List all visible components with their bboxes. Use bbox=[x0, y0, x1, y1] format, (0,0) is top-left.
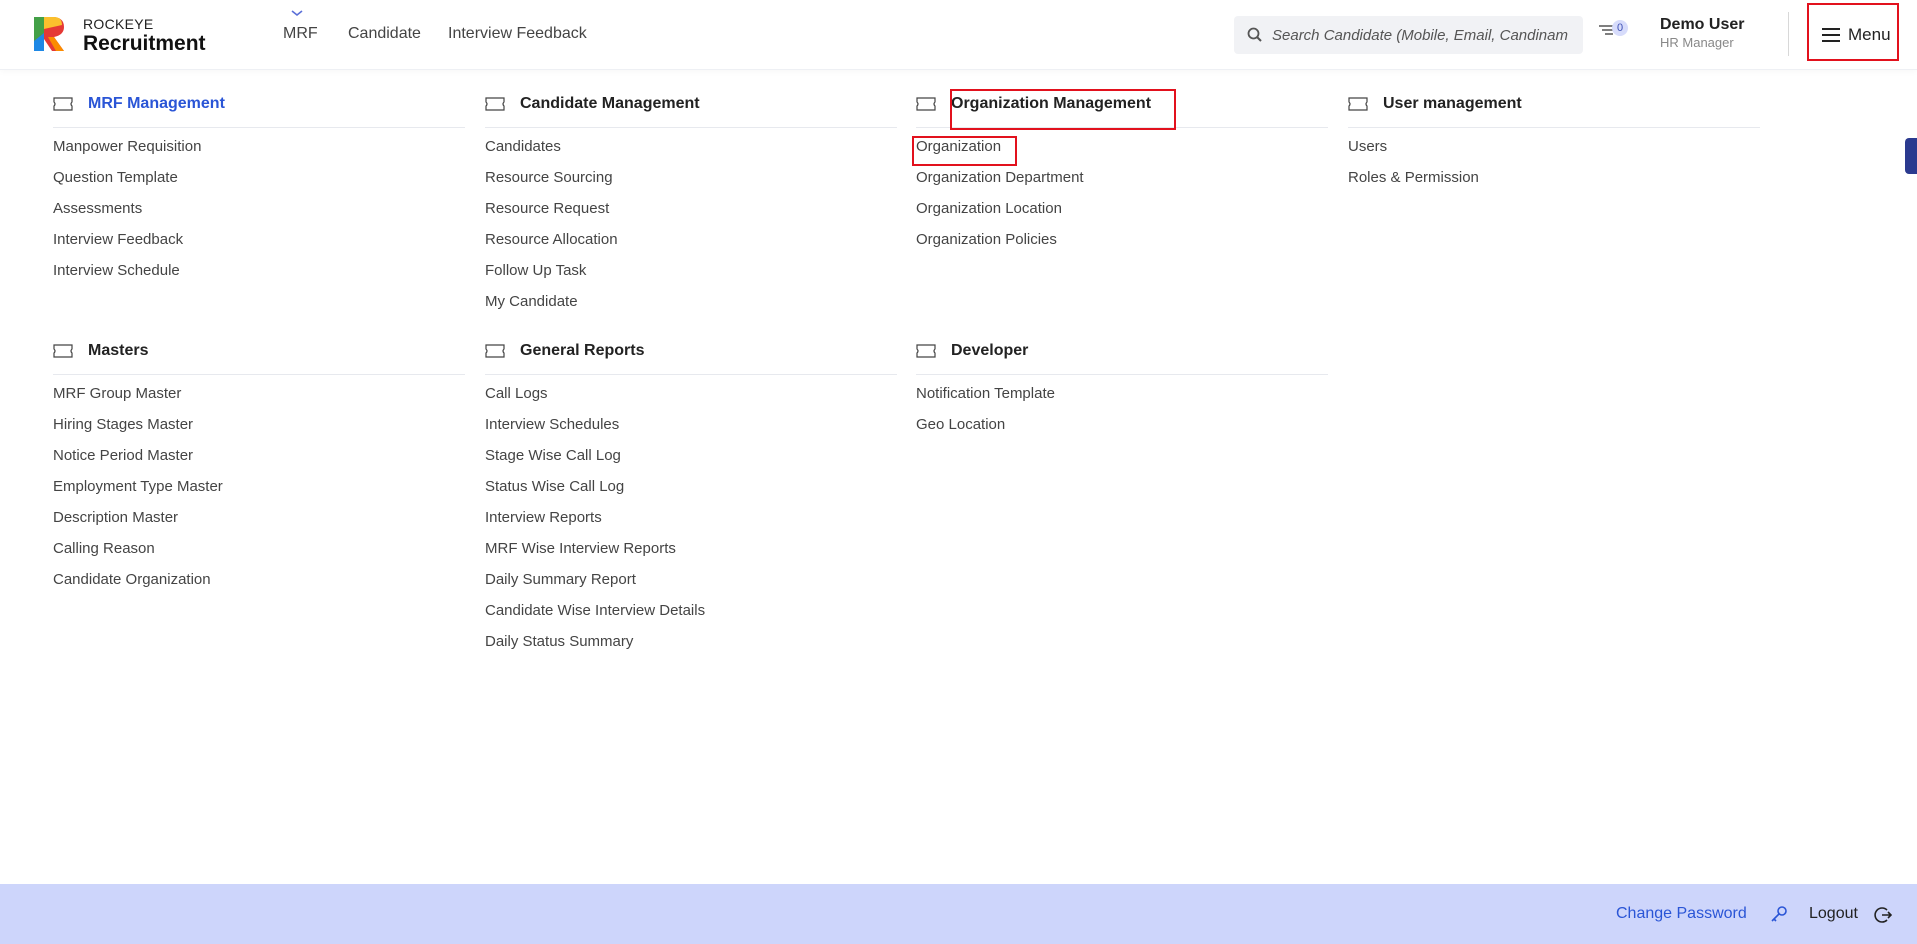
menu-link-roles-permission[interactable]: Roles & Permission bbox=[1348, 162, 1760, 193]
section-masters: Masters MRF Group Master Hiring Stages M… bbox=[53, 335, 465, 595]
change-password-link[interactable]: Change Password bbox=[1616, 905, 1747, 923]
ticket-icon bbox=[916, 97, 936, 111]
menu-link-calling-reason[interactable]: Calling Reason bbox=[53, 533, 465, 564]
menu-link-candidate-wise-interview-details[interactable]: Candidate Wise Interview Details bbox=[485, 595, 897, 626]
menu-link-manpower-requisition[interactable]: Manpower Requisition bbox=[53, 131, 465, 162]
section-title[interactable]: User management bbox=[1383, 95, 1522, 113]
hamburger-icon bbox=[1822, 28, 1840, 42]
section-header: General Reports bbox=[485, 335, 897, 375]
section-mrf-management: MRF Management Manpower Requisition Ques… bbox=[53, 88, 465, 286]
logout-link[interactable]: Logout bbox=[1809, 905, 1858, 923]
ticket-icon bbox=[916, 344, 936, 358]
section-title[interactable]: MRF Management bbox=[88, 95, 225, 113]
menu-label: Menu bbox=[1848, 25, 1891, 44]
section-organization-management: Organization Management Organization Org… bbox=[916, 88, 1328, 255]
search-box bbox=[1234, 16, 1583, 54]
section-title[interactable]: Organization Management bbox=[951, 95, 1151, 113]
ticket-icon bbox=[53, 344, 73, 358]
menu-link-mrf-wise-interview-reports[interactable]: MRF Wise Interview Reports bbox=[485, 533, 897, 564]
brand[interactable]: ROCKEYE Recruitment bbox=[83, 16, 206, 56]
menu-link-interview-reports[interactable]: Interview Reports bbox=[485, 502, 897, 533]
ticket-icon bbox=[485, 344, 505, 358]
logout-icon[interactable] bbox=[1874, 906, 1892, 924]
menu-link-organization-department[interactable]: Organization Department bbox=[916, 162, 1328, 193]
menu-link-organization-location[interactable]: Organization Location bbox=[916, 193, 1328, 224]
notification-badge: 0 bbox=[1612, 20, 1628, 36]
section-header: Developer bbox=[916, 335, 1328, 375]
user-name[interactable]: Demo User bbox=[1660, 16, 1744, 34]
menu-link-organization-policies[interactable]: Organization Policies bbox=[916, 224, 1328, 255]
menu-link-mrf-group-master[interactable]: MRF Group Master bbox=[53, 378, 465, 409]
menu-link-candidates[interactable]: Candidates bbox=[485, 131, 897, 162]
key-icon[interactable] bbox=[1770, 905, 1788, 923]
menu-link-resource-allocation[interactable]: Resource Allocation bbox=[485, 224, 897, 255]
section-header: Organization Management bbox=[916, 88, 1328, 128]
menu-link-daily-summary-report[interactable]: Daily Summary Report bbox=[485, 564, 897, 595]
section-candidate-management: Candidate Management Candidates Resource… bbox=[485, 88, 897, 317]
menu-link-interview-schedules[interactable]: Interview Schedules bbox=[485, 409, 897, 440]
header-divider bbox=[1788, 12, 1789, 56]
menu-link-status-wise-call-log[interactable]: Status Wise Call Log bbox=[485, 471, 897, 502]
section-header: User management bbox=[1348, 88, 1760, 128]
menu-link-geo-location[interactable]: Geo Location bbox=[916, 409, 1328, 440]
menu-link-daily-status-summary[interactable]: Daily Status Summary bbox=[485, 626, 897, 657]
menu-link-organization[interactable]: Organization bbox=[916, 131, 1328, 162]
footer-bar: Change Password Logout bbox=[0, 884, 1917, 944]
search-icon bbox=[1247, 27, 1262, 42]
chevron-down-icon bbox=[291, 10, 303, 17]
search-input[interactable] bbox=[1272, 16, 1578, 54]
ticket-icon bbox=[53, 97, 73, 111]
rockeye-logo[interactable] bbox=[30, 13, 70, 55]
section-title[interactable]: General Reports bbox=[520, 342, 644, 360]
section-header: MRF Management bbox=[53, 88, 465, 128]
brand-top: ROCKEYE bbox=[83, 16, 154, 32]
menu-link-stage-wise-call-log[interactable]: Stage Wise Call Log bbox=[485, 440, 897, 471]
section-title[interactable]: Developer bbox=[951, 342, 1028, 360]
top-header: ROCKEYE Recruitment MRF Candidate Interv… bbox=[0, 0, 1917, 70]
menu-link-notice-period-master[interactable]: Notice Period Master bbox=[53, 440, 465, 471]
menu-link-employment-type-master[interactable]: Employment Type Master bbox=[53, 471, 465, 502]
section-title[interactable]: Candidate Management bbox=[520, 95, 700, 113]
menu-link-notification-template[interactable]: Notification Template bbox=[916, 378, 1328, 409]
section-title[interactable]: Masters bbox=[88, 342, 148, 360]
menu-link-interview-schedule[interactable]: Interview Schedule bbox=[53, 255, 465, 286]
nav-candidate[interactable]: Candidate bbox=[348, 25, 421, 43]
menu-link-hiring-stages-master[interactable]: Hiring Stages Master bbox=[53, 409, 465, 440]
menu-link-question-template[interactable]: Question Template bbox=[53, 162, 465, 193]
brand-name: Recruitment bbox=[83, 32, 206, 55]
section-developer: Developer Notification Template Geo Loca… bbox=[916, 335, 1328, 440]
nav-mrf[interactable]: MRF bbox=[283, 25, 318, 43]
menu-link-resource-sourcing[interactable]: Resource Sourcing bbox=[485, 162, 897, 193]
menu-link-description-master[interactable]: Description Master bbox=[53, 502, 465, 533]
ticket-icon bbox=[485, 97, 505, 111]
menu-link-call-logs[interactable]: Call Logs bbox=[485, 378, 897, 409]
menu-link-interview-feedback[interactable]: Interview Feedback bbox=[53, 224, 465, 255]
user-role: HR Manager bbox=[1660, 35, 1734, 50]
menu-link-candidate-organization[interactable]: Candidate Organization bbox=[53, 564, 465, 595]
section-user-management: User management Users Roles & Permission bbox=[1348, 88, 1760, 193]
menu-link-users[interactable]: Users bbox=[1348, 131, 1760, 162]
menu-link-resource-request[interactable]: Resource Request bbox=[485, 193, 897, 224]
section-header: Masters bbox=[53, 335, 465, 375]
nav-interview-feedback[interactable]: Interview Feedback bbox=[448, 25, 587, 43]
section-general-reports: General Reports Call Logs Interview Sche… bbox=[485, 335, 897, 657]
menu-link-my-candidate[interactable]: My Candidate bbox=[485, 286, 897, 317]
section-header: Candidate Management bbox=[485, 88, 897, 128]
menu-link-follow-up-task[interactable]: Follow Up Task bbox=[485, 255, 897, 286]
menu-link-assessments[interactable]: Assessments bbox=[53, 193, 465, 224]
menu-button[interactable]: Menu bbox=[1807, 3, 1899, 61]
side-tab-handle[interactable] bbox=[1905, 138, 1917, 174]
ticket-icon bbox=[1348, 97, 1368, 111]
notification-button[interactable]: 0 bbox=[1598, 18, 1632, 42]
